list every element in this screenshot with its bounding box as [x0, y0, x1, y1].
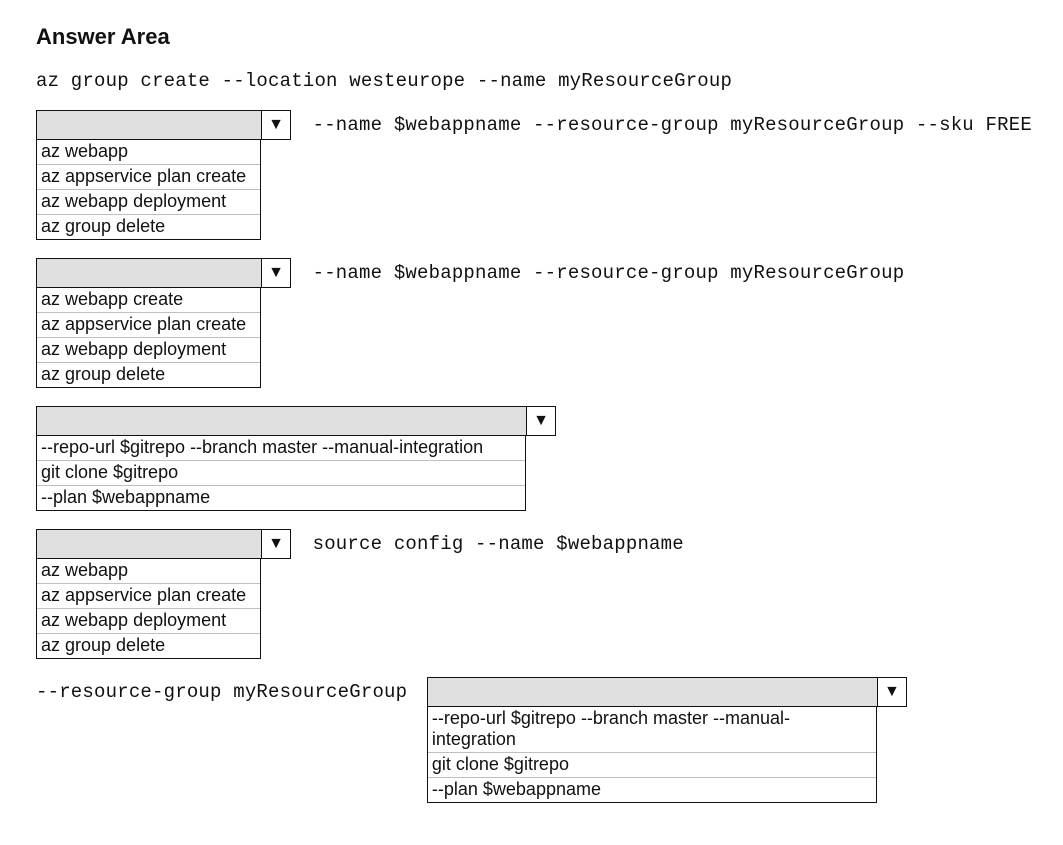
list-item[interactable]: --plan $webappname — [37, 486, 525, 510]
answer-area-title: Answer Area — [36, 24, 1027, 50]
list-item[interactable]: az webapp — [37, 140, 260, 165]
dropdown-2-box[interactable] — [36, 258, 261, 288]
dropdown-4-button[interactable]: ▼ — [261, 529, 291, 559]
list-item[interactable]: git clone $gitrepo — [428, 753, 876, 778]
dropdown-3-button[interactable]: ▼ — [526, 406, 556, 436]
chevron-down-icon: ▼ — [268, 117, 284, 133]
list-item[interactable]: az webapp — [37, 559, 260, 584]
dropdown-3-options[interactable]: --repo-url $gitrepo --branch master --ma… — [36, 436, 526, 511]
list-item[interactable]: az webapp deployment — [37, 609, 260, 634]
list-item[interactable]: az webapp create — [37, 288, 260, 313]
dropdown-2-options[interactable]: az webapp create az appservice plan crea… — [36, 288, 261, 388]
dropdown-4-options[interactable]: az webapp az appservice plan create az w… — [36, 559, 261, 659]
list-item[interactable]: az appservice plan create — [37, 165, 260, 190]
list-item[interactable]: az webapp deployment — [37, 190, 260, 215]
dropdown-1-options[interactable]: az webapp az appservice plan create az w… — [36, 140, 261, 240]
list-item[interactable]: az group delete — [37, 634, 260, 658]
dropdown-3-box[interactable] — [36, 406, 526, 436]
list-item[interactable]: --repo-url $gitrepo --branch master --ma… — [37, 436, 525, 461]
dropdown-5-box[interactable] — [427, 677, 877, 707]
list-item[interactable]: az appservice plan create — [37, 313, 260, 338]
list-item[interactable]: az group delete — [37, 363, 260, 387]
dropdown-4-trailing: source config --name $webappname — [291, 529, 684, 555]
dropdown-5-prefix: --resource-group myResourceGroup — [36, 677, 427, 703]
dropdown-4-box[interactable] — [36, 529, 261, 559]
dropdown-1-box[interactable] — [36, 110, 261, 140]
dropdown-5-button[interactable]: ▼ — [877, 677, 907, 707]
chevron-down-icon: ▼ — [268, 536, 284, 552]
list-item[interactable]: --plan $webappname — [428, 778, 876, 802]
dropdown-1[interactable]: ▼ az webapp az appservice plan create az… — [36, 110, 291, 240]
dropdown-2-button[interactable]: ▼ — [261, 258, 291, 288]
list-item[interactable]: az appservice plan create — [37, 584, 260, 609]
list-item[interactable]: az group delete — [37, 215, 260, 239]
chevron-down-icon: ▼ — [884, 684, 900, 700]
chevron-down-icon: ▼ — [533, 413, 549, 429]
dropdown-1-button[interactable]: ▼ — [261, 110, 291, 140]
dropdown-1-trailing: --name $webappname --resource-group myRe… — [291, 110, 1032, 136]
dropdown-2[interactable]: ▼ az webapp create az appservice plan cr… — [36, 258, 291, 388]
list-item[interactable]: az webapp deployment — [37, 338, 260, 363]
dropdown-3[interactable]: ▼ --repo-url $gitrepo --branch master --… — [36, 406, 556, 511]
list-item[interactable]: --repo-url $gitrepo --branch master --ma… — [428, 707, 876, 753]
chevron-down-icon: ▼ — [268, 265, 284, 281]
dropdown-2-trailing: --name $webappname --resource-group myRe… — [291, 258, 904, 284]
dropdown-5[interactable]: ▼ --repo-url $gitrepo --branch master --… — [427, 677, 907, 803]
dropdown-5-options[interactable]: --repo-url $gitrepo --branch master --ma… — [427, 707, 877, 803]
dropdown-4[interactable]: ▼ az webapp az appservice plan create az… — [36, 529, 291, 659]
command-line-1: az group create --location westeurope --… — [36, 70, 732, 92]
list-item[interactable]: git clone $gitrepo — [37, 461, 525, 486]
